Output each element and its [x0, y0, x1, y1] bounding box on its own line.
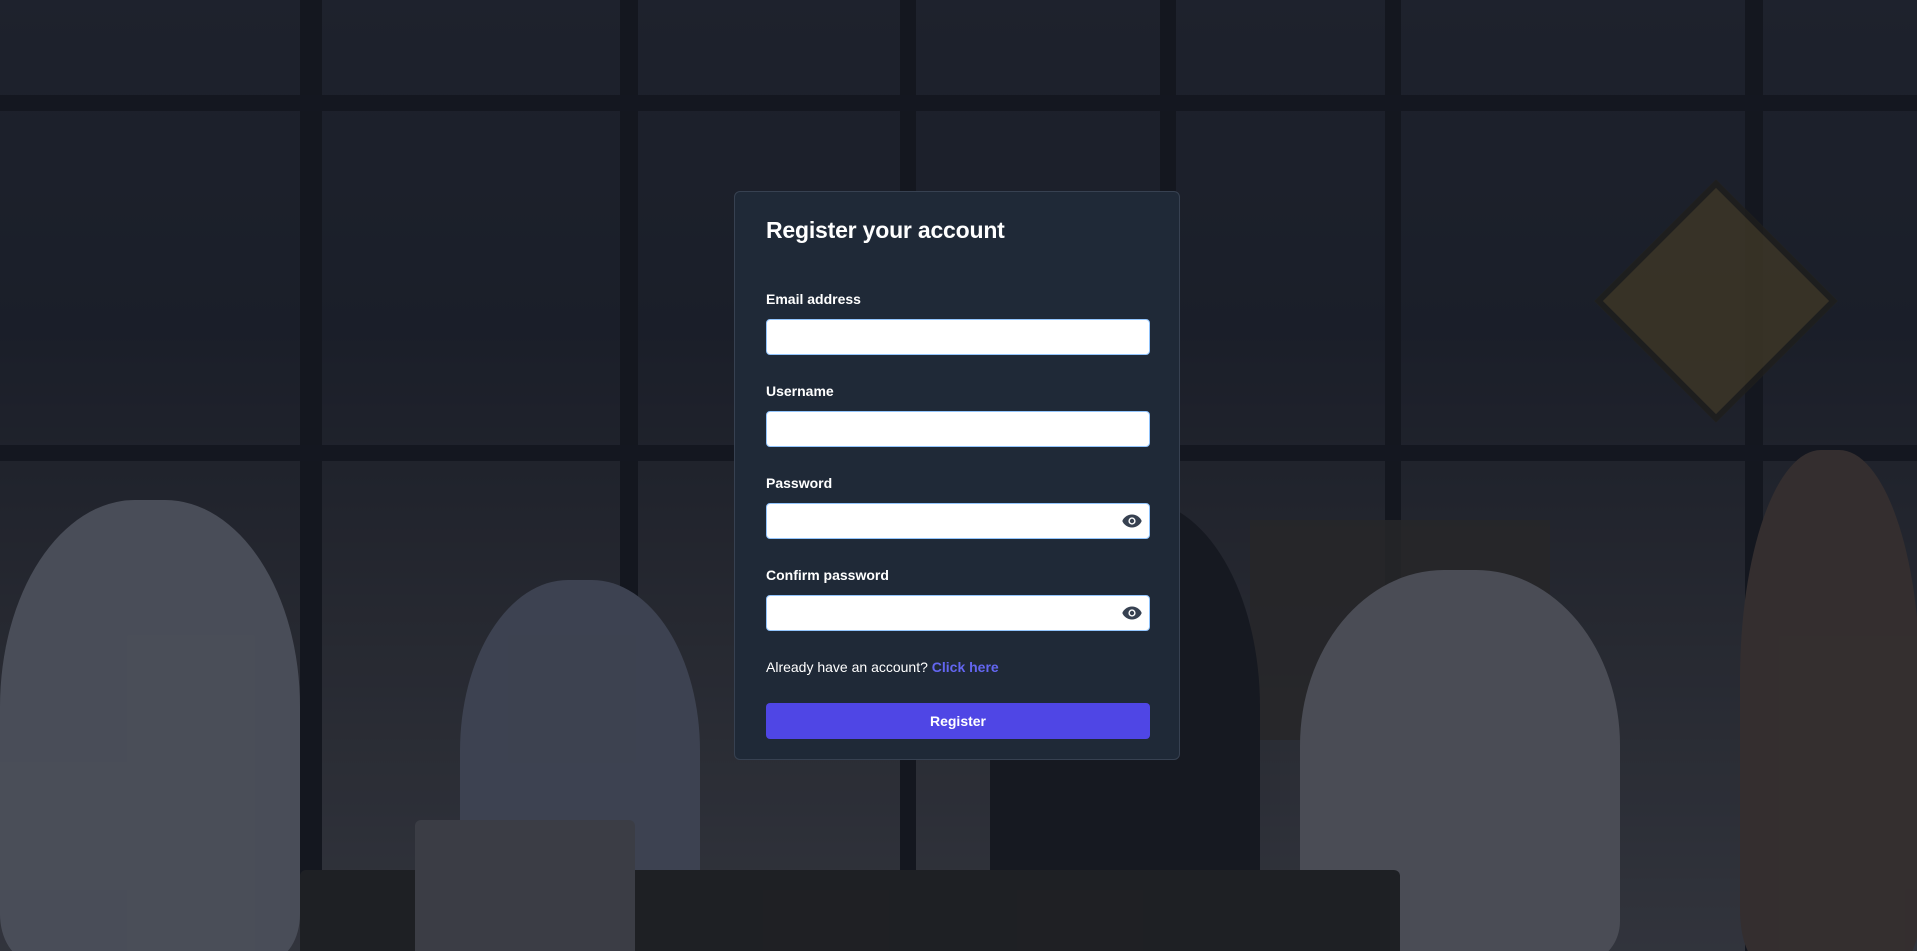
confirm-password-visibility-toggle[interactable] — [1120, 601, 1144, 625]
email-label: Email address — [766, 291, 861, 307]
login-prompt: Already have an account? Click here — [766, 659, 999, 675]
confirm-password-label: Confirm password — [766, 567, 889, 583]
register-card: Register your account Email address User… — [734, 191, 1180, 760]
username-label: Username — [766, 383, 834, 399]
email-field[interactable] — [766, 319, 1150, 355]
register-button[interactable]: Register — [766, 703, 1150, 739]
login-link[interactable]: Click here — [932, 659, 999, 675]
eye-icon — [1122, 514, 1142, 528]
password-visibility-toggle[interactable] — [1120, 509, 1144, 533]
page-title: Register your account — [766, 217, 1005, 243]
username-field[interactable] — [766, 411, 1150, 447]
password-label: Password — [766, 475, 833, 491]
confirm-password-field[interactable] — [766, 595, 1150, 631]
password-field[interactable] — [766, 503, 1150, 539]
eye-icon — [1122, 606, 1142, 620]
login-prompt-text: Already have an account? — [766, 659, 928, 675]
